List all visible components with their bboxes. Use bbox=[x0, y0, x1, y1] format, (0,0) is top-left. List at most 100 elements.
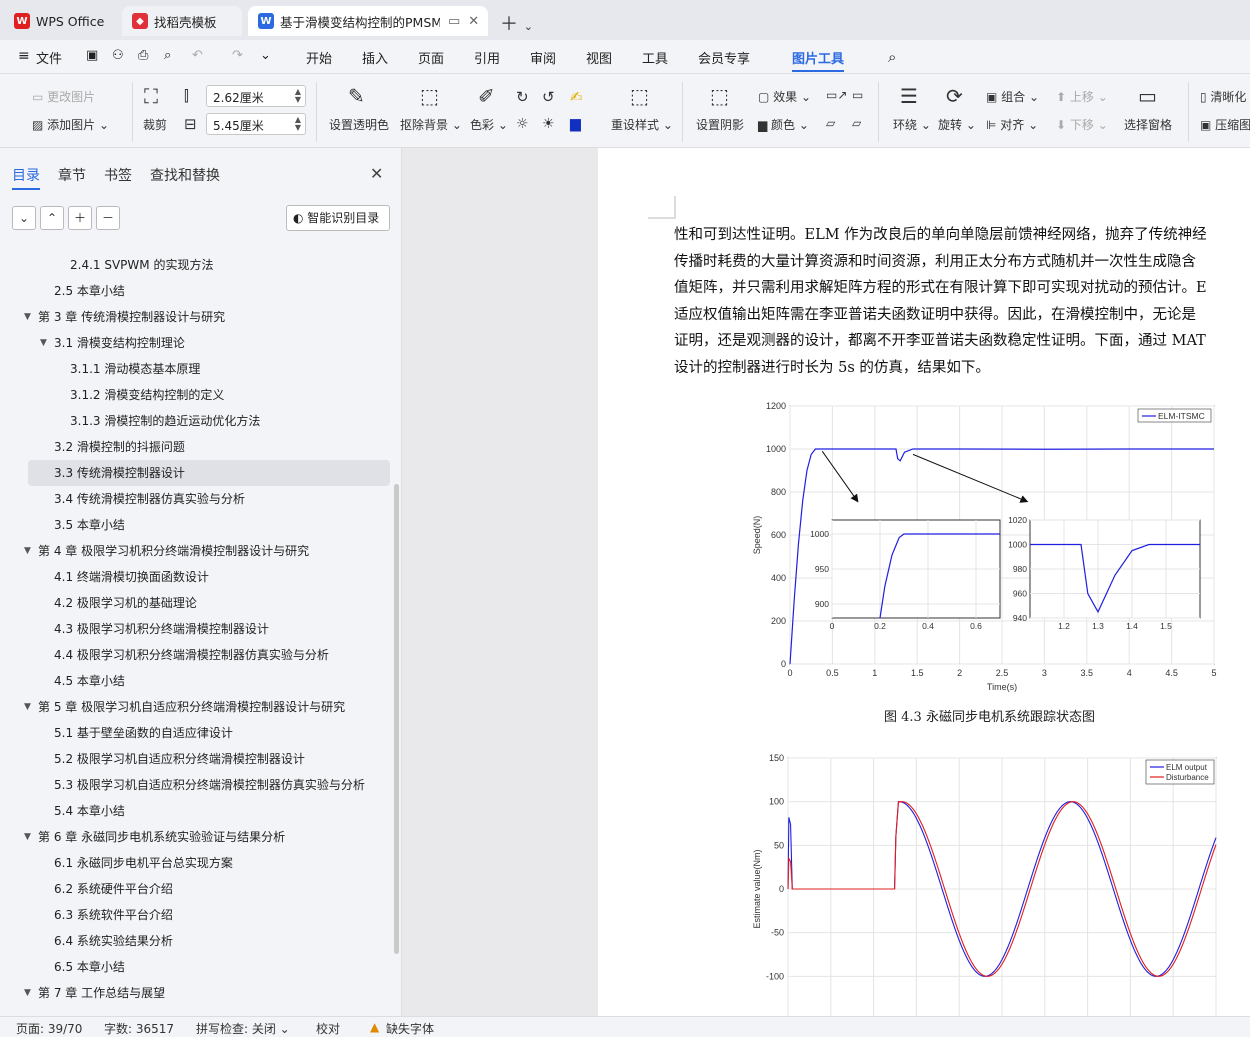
height-input[interactable]: 5.45厘米 ▲ ▼ bbox=[206, 113, 306, 135]
collapse-arrow-icon[interactable]: ▼ bbox=[40, 330, 47, 356]
more-icon[interactable]: ⌄ bbox=[260, 48, 271, 63]
compress-button[interactable]: ▣ 压缩图 bbox=[1200, 116, 1250, 133]
arrange-icon[interactable]: ▱ bbox=[826, 116, 835, 130]
tab-toc[interactable]: 目录 bbox=[12, 165, 40, 185]
group-button[interactable]: ▣ 组合 ⌄ bbox=[986, 88, 1039, 105]
toc-item[interactable]: ▼ 第 6 章 永磁同步电机系统实验验证与结果分析 bbox=[24, 824, 285, 850]
toc-item[interactable]: 4.4 极限学习机积分终端滑模控制器仿真实验与分析 bbox=[54, 642, 329, 668]
preview-icon[interactable]: ⌕ bbox=[164, 48, 171, 63]
menu-page[interactable]: 页面 bbox=[418, 48, 444, 67]
toc-item[interactable]: 4.3 极限学习机积分终端滑模控制器设计 bbox=[54, 616, 269, 642]
toc-item[interactable]: 3.1.2 滑模变结构控制的定义 bbox=[70, 382, 224, 408]
close-icon[interactable]: ✕ bbox=[468, 14, 479, 29]
selection-pane-icon[interactable]: ▭ bbox=[1138, 84, 1157, 108]
menu-tools[interactable]: 工具 bbox=[642, 48, 668, 67]
reset-style-button[interactable]: 重设样式 ⌄ bbox=[611, 116, 673, 133]
word-count[interactable]: 字数: 36517 bbox=[104, 1020, 174, 1037]
expand-icon[interactable]: ⌄ bbox=[12, 206, 36, 230]
crop-icon[interactable]: ⛶ bbox=[144, 84, 158, 108]
remove-bg-icon[interactable]: ⬚ bbox=[420, 84, 439, 108]
toc-item[interactable]: 6.3 系统软件平台介绍 bbox=[54, 902, 173, 928]
picture-frame2-icon[interactable]: ▭ bbox=[852, 88, 863, 102]
color2-button[interactable]: ▆ 颜色 ⌄ bbox=[758, 116, 809, 133]
share-icon[interactable]: ⚇ bbox=[112, 48, 124, 63]
print-icon[interactable]: ⎙ bbox=[138, 48, 148, 63]
toc-item[interactable]: 3.2 滑模控制的抖振问题 bbox=[54, 434, 185, 460]
toc-item[interactable]: ▼ 第 4 章 极限学习机积分终端滑模控制器设计与研究 bbox=[24, 538, 309, 564]
missing-font[interactable]: 缺失字体 bbox=[386, 1020, 434, 1037]
collapse-arrow-icon[interactable]: ▼ bbox=[24, 538, 31, 564]
collapse-arrow-icon[interactable]: ▼ bbox=[24, 824, 31, 850]
toc-item[interactable]: 3.1.3 滑模控制的趋近运动优化方法 bbox=[70, 408, 260, 434]
rotate-ccw-icon[interactable]: ↺ bbox=[542, 88, 555, 106]
toc-item[interactable]: 6.4 系统实验结果分析 bbox=[54, 928, 173, 954]
toc-item[interactable]: 2.5 本章小结 bbox=[54, 278, 125, 304]
add-picture-button[interactable]: ▨ 添加图片 ⌄ bbox=[32, 116, 109, 133]
menu-home[interactable]: 开始 bbox=[306, 48, 332, 67]
search-icon[interactable]: ⌕ bbox=[888, 48, 896, 66]
proofread[interactable]: 校对 bbox=[316, 1020, 340, 1037]
collapse-arrow-icon[interactable]: ▼ bbox=[24, 694, 31, 720]
smart-toc-button[interactable]: ◐ 智能识别目录 bbox=[286, 205, 390, 231]
toc-item[interactable]: 3.1.1 滑动模态基本原理 bbox=[70, 356, 200, 382]
toc-item[interactable]: 4.1 终端滑模切换面函数设计 bbox=[54, 564, 209, 590]
toc-item[interactable]: ▼ 第 3 章 传统滑模控制器设计与研究 bbox=[24, 304, 225, 330]
crop-button[interactable]: 裁剪 bbox=[143, 116, 167, 133]
border-color-icon[interactable]: ▆ bbox=[570, 116, 581, 132]
collapse-arrow-icon[interactable]: ▼ bbox=[24, 304, 31, 330]
transparent-icon[interactable]: ✎ bbox=[348, 84, 365, 108]
toc-item[interactable]: 6.2 系统硬件平台介绍 bbox=[54, 876, 173, 902]
page-count[interactable]: 页面: 39/70 bbox=[16, 1020, 82, 1037]
wrap-button[interactable]: 环绕 ⌄ bbox=[893, 116, 931, 133]
rotate-icon[interactable]: ⟳ bbox=[946, 84, 963, 108]
rotate-cw-icon[interactable]: ↻ bbox=[516, 88, 529, 106]
toc-item[interactable]: ▼ 第 5 章 极限学习机自适应积分终端滑模控制器设计与研究 bbox=[24, 694, 345, 720]
estimate-chart[interactable]: 150100500-50-100-150Estimate value(Nm)EL… bbox=[748, 743, 1228, 1016]
toc-item[interactable]: 6.5 本章小结 bbox=[54, 954, 125, 980]
tab-wps-office[interactable]: W WPS Office bbox=[4, 6, 116, 36]
selection-pane-button[interactable]: 选择窗格 bbox=[1124, 116, 1172, 133]
toc-item[interactable]: 5.1 基于壁垒函数的自适应律设计 bbox=[54, 720, 233, 746]
collapse-arrow-icon[interactable]: ▼ bbox=[24, 980, 31, 1006]
toc-item[interactable]: 3.5 本章小结 bbox=[54, 512, 125, 538]
menu-references[interactable]: 引用 bbox=[474, 48, 500, 67]
change-picture-button[interactable]: ▭ 更改图片 bbox=[32, 88, 95, 105]
toc-item[interactable]: 6.1 永磁同步电机平台总实现方案 bbox=[54, 850, 233, 876]
picture-frame-icon[interactable]: ▭↗ bbox=[826, 88, 847, 102]
toc-item[interactable]: 3.3 传统滑模控制器设计 bbox=[54, 460, 185, 486]
monitor-icon[interactable]: ▭ bbox=[448, 14, 460, 29]
width-input[interactable]: 2.62厘米 ▲ ▼ bbox=[206, 85, 306, 107]
remove-background-button[interactable]: 抠除背景 ⌄ bbox=[400, 116, 462, 133]
tab-find-replace[interactable]: 查找和替换 bbox=[150, 165, 220, 185]
color-button[interactable]: 色彩 ⌄ bbox=[470, 116, 508, 133]
toc-item[interactable]: 4.2 极限学习机的基础理论 bbox=[54, 590, 197, 616]
tab-sections[interactable]: 章节 bbox=[58, 165, 86, 185]
toc-item[interactable]: ▼ 第 7 章 工作总结与展望 bbox=[24, 980, 165, 1006]
add-icon[interactable]: ＋ bbox=[68, 206, 92, 230]
scrollbar[interactable] bbox=[394, 484, 399, 954]
highlight-icon[interactable]: ✍ bbox=[570, 88, 583, 106]
remove-icon[interactable]: － bbox=[96, 206, 120, 230]
reset-style-icon[interactable]: ⬚ bbox=[630, 84, 649, 108]
menu-review[interactable]: 审阅 bbox=[530, 48, 556, 67]
tab-docer[interactable]: ◆ 找稻壳模板 bbox=[122, 6, 242, 36]
clear-button[interactable]: ▯ 清晰化 bbox=[1200, 88, 1246, 105]
undo-icon[interactable]: ↶ bbox=[192, 48, 203, 63]
redo-icon[interactable]: ↷ bbox=[232, 48, 243, 63]
toc-item[interactable]: 4.5 本章小结 bbox=[54, 668, 125, 694]
toc-item[interactable]: 5.2 极限学习机自适应积分终端滑模控制器设计 bbox=[54, 746, 305, 772]
close-icon[interactable]: ✕ bbox=[370, 164, 383, 183]
send-backward-button[interactable]: ⬇ 下移 ⌄ bbox=[1056, 116, 1108, 133]
speed-chart[interactable]: 0 0.5 1 1.5 2 2.5 3 3.5 4 4.5 5 0 200 400 600 800 1000 12… bbox=[748, 393, 1228, 693]
set-transparent-button[interactable]: 设置透明色 bbox=[329, 116, 389, 133]
menu-insert[interactable]: 插入 bbox=[362, 48, 388, 67]
collapse-icon[interactable]: ⌃ bbox=[40, 206, 64, 230]
shadow-icon[interactable]: ⬚ bbox=[710, 84, 729, 108]
contrast-icon[interactable]: ☀ bbox=[542, 116, 555, 132]
rotate-button[interactable]: 旋转 ⌄ bbox=[938, 116, 976, 133]
spell-check[interactable]: 拼写检查: 关闭 ⌄ bbox=[196, 1020, 290, 1037]
save-icon[interactable]: ▣ bbox=[86, 48, 98, 63]
bring-forward-button[interactable]: ⬆ 上移 ⌄ bbox=[1056, 88, 1108, 105]
toc-item[interactable]: ▼ 3.1 滑模变结构控制理论 bbox=[40, 330, 185, 356]
hamburger-icon[interactable]: ≡ bbox=[18, 48, 30, 64]
